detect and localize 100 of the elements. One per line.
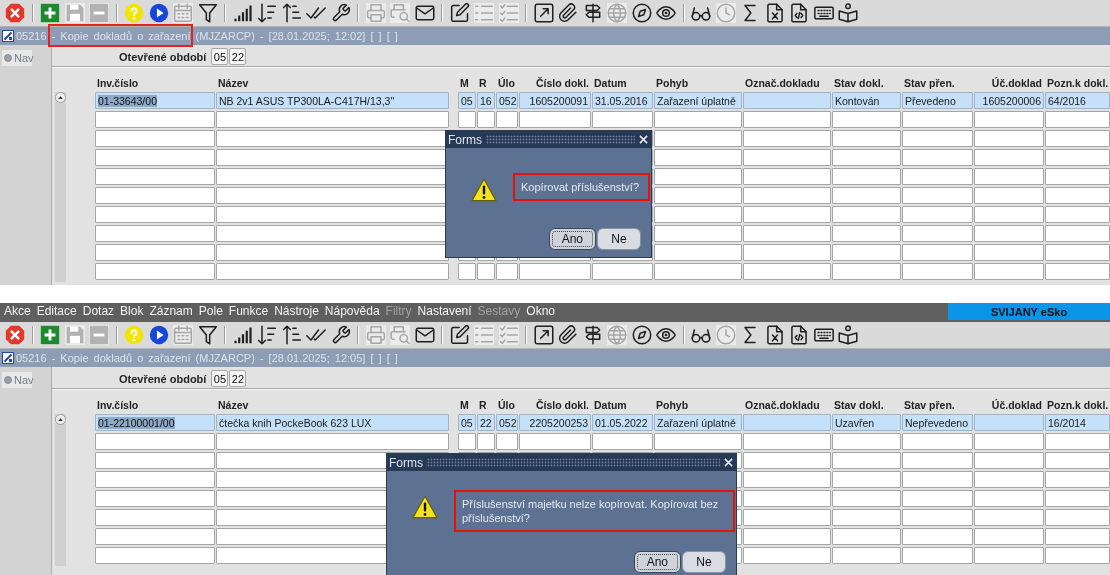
record-field[interactable] <box>902 225 973 242</box>
record-field[interactable] <box>95 490 215 507</box>
scroll-up-icon[interactable] <box>55 414 66 425</box>
record-field[interactable] <box>974 149 1044 166</box>
record-field[interactable] <box>654 433 742 450</box>
record-field[interactable] <box>974 452 1044 469</box>
period-field[interactable]: 05 <box>211 370 229 387</box>
menu-item[interactable]: Nastavení <box>417 303 472 320</box>
record-field[interactable] <box>902 490 973 507</box>
keyboard-icon[interactable] <box>813 3 834 23</box>
play-icon[interactable] <box>148 3 169 23</box>
record-field[interactable] <box>902 111 973 128</box>
record-field[interactable] <box>832 111 901 128</box>
funnel-icon[interactable] <box>197 325 218 345</box>
record-field[interactable] <box>1045 187 1110 204</box>
record-field[interactable] <box>743 471 831 488</box>
paperclip-icon[interactable] <box>558 3 578 23</box>
period-field[interactable]: 22 <box>229 48 247 65</box>
dialog-button[interactable]: Ne <box>682 551 726 573</box>
record-field[interactable] <box>1045 452 1110 469</box>
record-field[interactable] <box>902 528 973 545</box>
scroll-up-icon[interactable] <box>55 92 66 103</box>
record-field[interactable] <box>832 168 901 185</box>
reading-person-icon[interactable] <box>838 325 858 345</box>
play-icon[interactable] <box>148 325 169 345</box>
record-field[interactable] <box>743 547 831 564</box>
record-field[interactable] <box>95 168 215 185</box>
record-field[interactable] <box>743 452 831 469</box>
sort-descending-icon[interactable] <box>257 325 277 345</box>
record-field[interactable] <box>216 111 449 128</box>
record-field[interactable] <box>1045 528 1110 545</box>
record-field[interactable] <box>654 187 742 204</box>
edit-icon[interactable] <box>449 325 470 345</box>
plus-icon[interactable] <box>40 3 60 23</box>
record-field[interactable] <box>902 244 973 261</box>
record-field[interactable] <box>743 414 831 431</box>
record-field[interactable] <box>974 206 1044 223</box>
record-field[interactable] <box>974 414 1044 431</box>
record-field[interactable] <box>519 111 591 128</box>
record-field[interactable] <box>902 433 973 450</box>
spreadsheet-file-icon[interactable] <box>764 325 785 345</box>
record-field[interactable] <box>95 471 215 488</box>
record-field[interactable] <box>1045 433 1110 450</box>
record-field[interactable] <box>1045 471 1110 488</box>
menu-item[interactable]: Funkce <box>228 303 269 320</box>
record-field[interactable] <box>1045 509 1110 526</box>
record-field[interactable] <box>832 225 901 242</box>
record-field[interactable]: 2205200253 <box>519 414 591 431</box>
record-field[interactable]: 1605200091 <box>519 92 591 109</box>
record-field[interactable]: 1605200006 <box>974 92 1044 109</box>
record-field[interactable] <box>832 471 901 488</box>
record-field[interactable] <box>832 130 901 147</box>
code-file-icon[interactable] <box>789 325 809 345</box>
record-field[interactable] <box>1045 168 1110 185</box>
dialog-button[interactable]: Ano <box>633 551 681 573</box>
record-field[interactable] <box>743 433 831 450</box>
record-field[interactable] <box>743 111 831 128</box>
close-icon[interactable] <box>724 458 733 467</box>
record-field[interactable]: 05 <box>458 414 476 431</box>
record-field[interactable] <box>974 490 1044 507</box>
record-field[interactable]: 64/2016 <box>1045 92 1110 109</box>
record-field[interactable] <box>519 263 591 280</box>
record-field[interactable] <box>902 471 973 488</box>
record-field[interactable]: čtečka knih PockeBook 623 LUX <box>216 414 449 431</box>
record-field[interactable] <box>832 528 901 545</box>
record-field[interactable] <box>974 528 1044 545</box>
record-field[interactable]: 01-33643/00 <box>95 92 215 109</box>
eye-icon[interactable] <box>656 3 676 23</box>
record-field[interactable] <box>654 206 742 223</box>
record-field[interactable] <box>743 92 831 109</box>
record-field[interactable]: NB 2v1 ASUS TP300LA-C417H/13,3" <box>216 92 449 109</box>
record-field[interactable] <box>1045 206 1110 223</box>
envelope-icon[interactable] <box>414 325 435 345</box>
compass-icon[interactable] <box>631 325 652 345</box>
record-field[interactable] <box>902 168 973 185</box>
record-field[interactable] <box>743 225 831 242</box>
external-link-icon[interactable] <box>533 325 554 345</box>
record-field[interactable] <box>95 509 215 526</box>
record-field[interactable] <box>832 433 901 450</box>
record-field[interactable] <box>1045 244 1110 261</box>
record-field[interactable]: Převedeno <box>902 92 973 109</box>
menu-item[interactable]: Nápověda <box>324 303 380 320</box>
record-field[interactable] <box>832 452 901 469</box>
record-field[interactable] <box>592 111 653 128</box>
record-field[interactable] <box>832 206 901 223</box>
record-field[interactable] <box>832 263 901 280</box>
record-field[interactable] <box>519 433 591 450</box>
signal-bars-icon[interactable] <box>232 325 253 345</box>
record-field[interactable]: 22 <box>477 414 495 431</box>
record-field[interactable] <box>974 168 1044 185</box>
record-field[interactable] <box>95 452 215 469</box>
record-field[interactable] <box>654 263 742 280</box>
record-field[interactable] <box>216 244 449 261</box>
record-field[interactable]: Zařazení úplatně <box>654 414 742 431</box>
wrench-icon[interactable] <box>330 3 351 23</box>
record-field[interactable] <box>902 149 973 166</box>
record-field[interactable] <box>95 547 215 564</box>
record-field[interactable] <box>743 528 831 545</box>
close-icon[interactable] <box>5 325 25 345</box>
record-field[interactable] <box>458 263 476 280</box>
